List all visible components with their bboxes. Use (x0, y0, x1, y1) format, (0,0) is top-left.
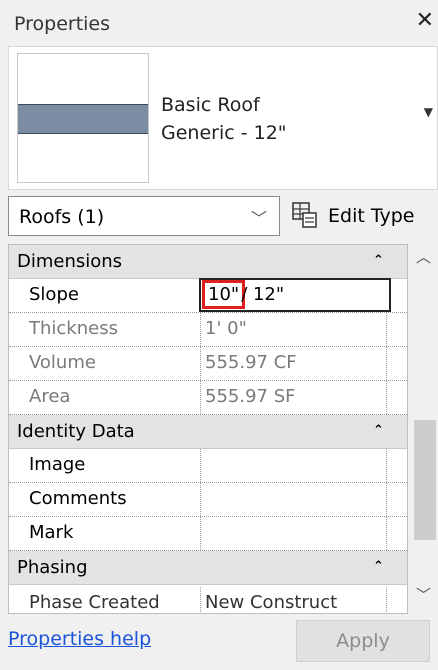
section-title: Identity Data (17, 421, 135, 442)
property-value: 1' 0" (201, 313, 387, 346)
property-value: 555.97 CF (201, 347, 387, 380)
property-value[interactable]: New Construct (201, 587, 387, 613)
property-row-mark[interactable]: Mark (9, 517, 407, 551)
properties-grid: Dimensions ⌃ Slope 10"/ 12" Thickness 1'… (8, 244, 408, 614)
property-name: Area (9, 381, 201, 414)
roof-type-preview (17, 53, 149, 183)
edit-type-label: Edit Type (328, 205, 415, 227)
property-row-image[interactable]: Image (9, 449, 407, 483)
scroll-down-icon[interactable]: ﹀ (416, 584, 431, 605)
dropdown-caret-icon[interactable]: ▼ (424, 105, 433, 119)
scroll-up-icon[interactable]: ︿ (416, 246, 431, 267)
family-name: Basic Roof (161, 94, 260, 116)
property-name: Comments (9, 483, 201, 516)
property-name: Volume (9, 347, 201, 380)
section-title: Dimensions (17, 251, 123, 272)
property-row-slope[interactable]: Slope 10"/ 12" (9, 278, 407, 313)
slope-denominator: / 12" (241, 284, 285, 305)
close-icon[interactable]: ✕ (416, 8, 434, 33)
section-dimensions[interactable]: Dimensions ⌃ (9, 245, 407, 279)
property-row-area: Area 555.97 SF (9, 381, 407, 415)
slope-highlight: 10" (201, 280, 246, 309)
collapse-icon[interactable]: ⌃ (373, 423, 384, 438)
instance-filter-value: Roofs (1) (19, 206, 105, 228)
collapse-icon[interactable]: ⌃ (373, 559, 384, 574)
properties-help-link[interactable]: Properties help (8, 628, 151, 650)
roof-layer-band (18, 104, 148, 134)
scrollbar-thumb[interactable] (414, 420, 436, 540)
property-row-phase-created[interactable]: Phase Created New Construct (9, 585, 407, 613)
section-phasing[interactable]: Phasing ⌃ (9, 551, 407, 585)
property-value[interactable] (201, 449, 387, 482)
property-name: Mark (9, 517, 201, 550)
slope-input[interactable]: 10"/ 12" (199, 278, 391, 312)
edit-type-icon (292, 202, 317, 228)
instance-filter-row: Roofs (1) ﹀ Edit Type (0, 196, 438, 236)
property-row-thickness: Thickness 1' 0" (9, 313, 407, 347)
window-title: Properties (14, 13, 111, 35)
section-title: Phasing (17, 557, 88, 578)
property-name: Thickness (9, 313, 201, 346)
property-row-volume: Volume 555.97 CF (9, 347, 407, 381)
type-selector[interactable]: Basic Roof Generic - 12" ▼ (8, 46, 438, 190)
vertical-scrollbar[interactable]: ︿ ﹀ (410, 244, 438, 614)
edit-type-button[interactable]: Edit Type (290, 200, 438, 232)
chevron-down-icon[interactable]: ﹀ (251, 205, 267, 229)
instance-filter-dropdown[interactable]: Roofs (1) ﹀ (8, 196, 280, 236)
property-value[interactable] (201, 517, 387, 550)
section-identity-data[interactable]: Identity Data ⌃ (9, 415, 407, 449)
apply-button[interactable]: Apply (296, 620, 430, 662)
property-name: Phase Created (9, 587, 201, 613)
property-value[interactable] (201, 483, 387, 516)
type-name: Basic Roof Generic - 12" (161, 91, 287, 147)
property-name: Image (9, 449, 201, 482)
title-bar: Properties ✕ (0, 0, 438, 44)
property-value: 555.97 SF (201, 381, 387, 414)
property-row-comments[interactable]: Comments (9, 483, 407, 517)
property-name: Slope (9, 279, 201, 312)
type-name-value: Generic - 12" (161, 122, 287, 144)
collapse-icon[interactable]: ⌃ (373, 253, 384, 268)
